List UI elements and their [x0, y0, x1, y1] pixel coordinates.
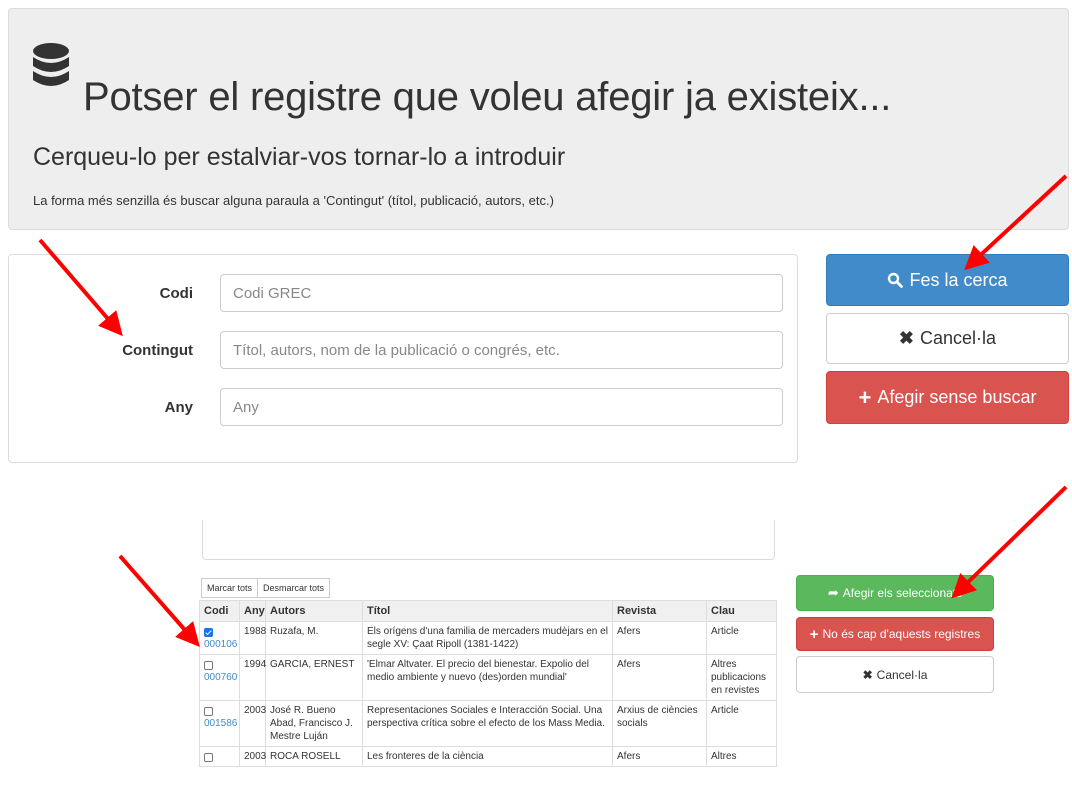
- page-title: Potser el registre que voleu afegir ja e…: [83, 75, 892, 119]
- any-row: Any: [9, 388, 797, 428]
- codi-cell: 000760: [199, 654, 240, 701]
- row-checkbox[interactable]: [204, 661, 213, 670]
- mark-all-button[interactable]: Marcar tots: [201, 578, 259, 598]
- annotation-arrow: [118, 554, 200, 648]
- contingut-row: Contingut: [9, 331, 797, 371]
- column-header[interactable]: Autors: [265, 600, 363, 622]
- search-icon: [888, 272, 904, 288]
- codi-cell: 000106: [199, 621, 240, 655]
- clau-cell: Altres publicacions en revistes: [706, 654, 777, 701]
- autors-cell: José R. Bueno Abad, Francisco J. Mestre …: [265, 700, 363, 747]
- share-arrow-icon: ➦: [827, 585, 839, 600]
- header-panel: Potser el registre que voleu afegir ja e…: [8, 8, 1069, 230]
- any-label: Any: [164, 399, 193, 416]
- revista-cell: Afers: [612, 746, 707, 767]
- revista-cell: Arxius de ciències socials: [612, 700, 707, 747]
- row-checkbox[interactable]: [204, 753, 213, 762]
- column-header[interactable]: Títol: [362, 600, 613, 622]
- none-of-these-button[interactable]: + No és cap d'aquests registres: [796, 617, 994, 651]
- titol-cell: Les fronteres de la ciència: [362, 746, 613, 767]
- close-icon: ✖: [898, 328, 915, 348]
- codi-input[interactable]: [220, 274, 783, 312]
- results-top-panel: [202, 520, 775, 560]
- results-cancel-button[interactable]: ✖ Cancel·la: [796, 656, 994, 693]
- column-header[interactable]: Codi: [199, 600, 240, 622]
- contingut-label: Contingut: [122, 342, 193, 359]
- close-icon: ✖: [862, 667, 873, 682]
- any-cell: 1988: [239, 621, 266, 655]
- database-icon: [33, 43, 69, 86]
- add-without-search-label: Afegir sense buscar: [877, 387, 1037, 407]
- table-row: 000760 1994 GARCIA, ERNEST 'Elmar Altvat…: [199, 654, 777, 701]
- table-header-row: Codi Any Autors Títol Revista Clau: [199, 600, 777, 622]
- add-without-search-button[interactable]: + Afegir sense buscar: [826, 371, 1069, 424]
- cancel-button[interactable]: ✖ Cancel·la: [826, 313, 1069, 364]
- revista-cell: Afers: [612, 621, 707, 655]
- add-selected-button[interactable]: ➦ Afegir els seleccionats: [796, 575, 994, 611]
- any-cell: 2003: [239, 700, 266, 747]
- results-cancel-label: Cancel·la: [876, 667, 928, 682]
- add-selected-label: Afegir els seleccionats: [842, 586, 963, 600]
- selection-button-group: Marcar tots Desmarcar tots: [201, 578, 331, 598]
- codi-link[interactable]: 001586: [204, 718, 237, 729]
- page-subtitle: Cerqueu-lo per estalviar-vos tornar-lo a…: [33, 143, 566, 171]
- clau-cell: Altres: [706, 746, 777, 767]
- cancel-button-label: Cancel·la: [920, 328, 997, 348]
- any-cell: 2003: [239, 746, 266, 767]
- autors-cell: ROCA ROSELL: [265, 746, 363, 767]
- codi-link[interactable]: 000760: [204, 672, 237, 683]
- clau-cell: Article: [706, 621, 777, 655]
- column-header[interactable]: Any: [239, 600, 266, 622]
- plus-icon: +: [809, 625, 819, 643]
- plus-icon: +: [858, 384, 872, 410]
- any-cell: 1994: [239, 654, 266, 701]
- any-input[interactable]: [220, 388, 783, 426]
- none-of-these-label: No és cap d'aquests registres: [822, 627, 981, 641]
- codi-link[interactable]: 000106: [204, 639, 237, 650]
- contingut-input[interactable]: [220, 331, 783, 369]
- titol-cell: 'Elmar Altvater. El precio del bienestar…: [362, 654, 613, 701]
- autors-cell: Ruzafa, M.: [265, 621, 363, 655]
- table-row: 000106 1988 Ruzafa, M. Els orígens d'una…: [199, 621, 777, 655]
- row-checkbox[interactable]: [204, 628, 213, 637]
- search-hint: La forma més senzilla és buscar alguna p…: [33, 193, 554, 208]
- codi-cell: [199, 746, 240, 767]
- results-table: Codi Any Autors Títol Revista Clau 00010…: [199, 600, 777, 767]
- codi-cell: 001586: [199, 700, 240, 747]
- search-form: Codi Contingut Any: [8, 254, 798, 463]
- search-button-label: Fes la cerca: [909, 269, 1008, 290]
- search-button[interactable]: Fes la cerca: [826, 254, 1069, 306]
- autors-cell: GARCIA, ERNEST: [265, 654, 363, 701]
- column-header[interactable]: Clau: [706, 600, 777, 622]
- revista-cell: Afers: [612, 654, 707, 701]
- unmark-all-button[interactable]: Desmarcar tots: [258, 578, 331, 598]
- codi-row: Codi: [9, 274, 797, 314]
- table-row: 2003 ROCA ROSELL Les fronteres de la ciè…: [199, 746, 777, 767]
- titol-cell: Representaciones Sociales e Interacción …: [362, 700, 613, 747]
- row-checkbox[interactable]: [204, 707, 213, 716]
- table-row: 001586 2003 José R. Bueno Abad, Francisc…: [199, 700, 777, 747]
- clau-cell: Article: [706, 700, 777, 747]
- column-header[interactable]: Revista: [612, 600, 707, 622]
- codi-label: Codi: [159, 285, 193, 302]
- titol-cell: Els orígens d'una familia de mercaders m…: [362, 621, 613, 655]
